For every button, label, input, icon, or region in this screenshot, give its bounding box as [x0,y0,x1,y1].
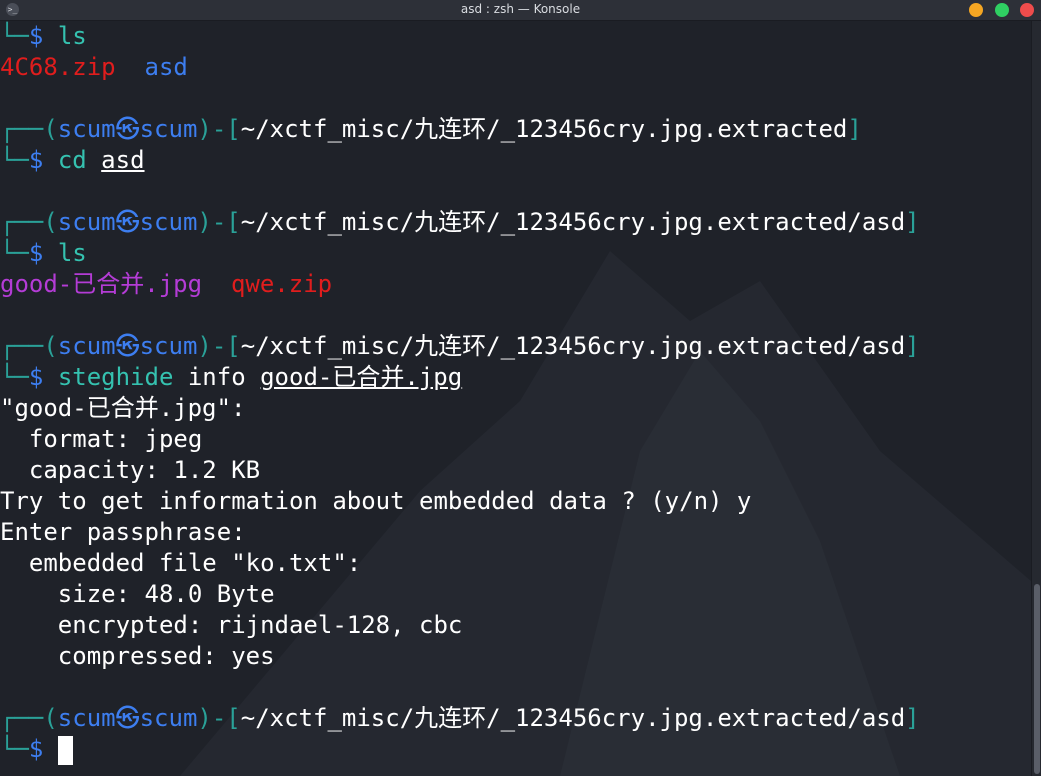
terminal-view[interactable]: └─$ ls 4C68.zip asd ┌──(scum㉿scum)-[~/xc… [0,21,1031,776]
output-line: compressed: yes [0,642,275,670]
output-line: size: 48.0 Byte [0,580,275,608]
terminal-line: └─$ ls [0,22,87,50]
zip-file-name: 4C68.zip [0,53,116,81]
terminal-line: 4C68.zip asd [0,52,920,83]
maximize-button[interactable] [995,3,1009,17]
command-line[interactable]: └─$ [0,734,920,765]
text-cursor [57,735,73,765]
prompt-line: ┌──(scum㉿scum)-[~/xctf_misc/九连环/_123456c… [0,332,920,360]
output-line: "good-已合并.jpg": [0,394,246,422]
zip-file-name: qwe.zip [230,270,333,298]
output-line: Enter passphrase: [0,518,246,546]
output-line: format: jpeg [0,425,203,453]
directory-name: asd [144,53,188,81]
output-line: Try to get information about embedded da… [0,487,752,515]
title-bar: >_ asd : zsh — Konsole [0,0,1041,21]
output-line: encrypted: rijndael-128, cbc [0,611,463,639]
close-button[interactable] [1020,3,1034,17]
command-line: └─$ ls [0,239,87,267]
image-file-name: good-已合并.jpg [0,270,203,298]
vertical-scrollbar[interactable] [1031,21,1041,776]
scrollbar-thumb[interactable] [1034,584,1040,774]
window-title: asd : zsh — Konsole [460,2,581,16]
prompt-line: ┌──(scum㉿scum)-[~/xctf_misc/九连环/_123456c… [0,115,862,143]
minimize-button[interactable] [969,3,983,17]
command-line: └─$ cd asd [0,146,145,174]
command-line: └─$ steghide info good-已合并.jpg [0,363,463,391]
output-line: embedded file "ko.txt": [0,549,362,577]
prompt-line: ┌──(scum㉿scum)-[~/xctf_misc/九连环/_123456c… [0,208,920,236]
terminal-line: good-已合并.jpg qwe.zip [0,269,920,300]
output-line: capacity: 1.2 KB [0,456,261,484]
prompt-line: ┌──(scum㉿scum)-[~/xctf_misc/九连环/_123456c… [0,704,920,732]
